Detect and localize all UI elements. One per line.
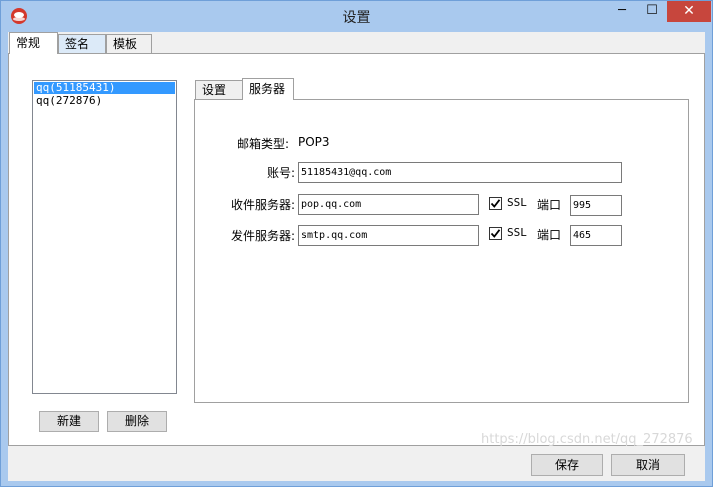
client-area: 常规 签名 模板 qq(51185431) qq(272876) 新建 删除 设… [8,32,705,481]
check-icon [490,229,501,238]
tab-template[interactable]: 模板 [106,34,152,53]
incoming-server-field[interactable]: pop.qq.com [298,194,479,215]
outgoing-port-field[interactable]: 465 [570,225,622,246]
incoming-ssl-checkbox[interactable] [489,197,502,210]
check-icon [490,199,501,208]
settings-window: 设置 ─ ☐ ✕ 常规 签名 模板 qq(51185431) qq(272876… [0,0,713,487]
outgoing-port-label: 端口 [537,228,562,242]
account-label: 账号: [266,166,295,180]
title-bar[interactable]: 设置 ─ ☐ ✕ [1,1,712,32]
mailbox-type-label: 邮箱类型: [236,137,289,151]
minimize-icon[interactable]: ─ [606,2,638,22]
maximize-icon[interactable]: ☐ [638,2,666,22]
outgoing-server-field[interactable]: smtp.qq.com [298,225,479,246]
outgoing-ssl-label: SSL [507,226,527,239]
tab-server[interactable]: 服务器 [242,78,294,100]
top-tab-strip: 常规 签名 模板 [8,32,705,54]
watermark-text: https://blog.csdn.net/qq_272876 [481,432,693,447]
save-button[interactable]: 保存 [531,454,603,476]
account-list[interactable]: qq(51185431) qq(272876) [32,80,177,394]
tab-signature[interactable]: 签名 [58,34,106,53]
server-panel: 邮箱类型: POP3 账号: 51185431@qq.com 收件服务器: po… [194,99,689,403]
account-list-item[interactable]: qq(51185431) [34,82,175,94]
mailbox-type-value: POP3 [298,135,330,149]
delete-account-button[interactable]: 删除 [107,411,167,432]
new-account-button[interactable]: 新建 [39,411,99,432]
cancel-button[interactable]: 取消 [611,454,685,476]
account-list-item[interactable]: qq(272876) [34,95,175,107]
tab-general[interactable]: 常规 [9,32,58,54]
tab-settings[interactable]: 设置 [195,80,243,99]
outgoing-server-label: 发件服务器: [230,229,295,243]
incoming-port-label: 端口 [537,198,562,212]
incoming-server-label: 收件服务器: [230,198,295,212]
outgoing-ssl-checkbox[interactable] [489,227,502,240]
general-panel: qq(51185431) qq(272876) 新建 删除 设置 服务器 邮箱类… [8,53,705,446]
incoming-ssl-label: SSL [507,196,527,209]
incoming-port-field[interactable]: 995 [570,195,622,216]
account-field[interactable]: 51185431@qq.com [298,162,622,183]
close-icon[interactable]: ✕ [667,1,711,22]
